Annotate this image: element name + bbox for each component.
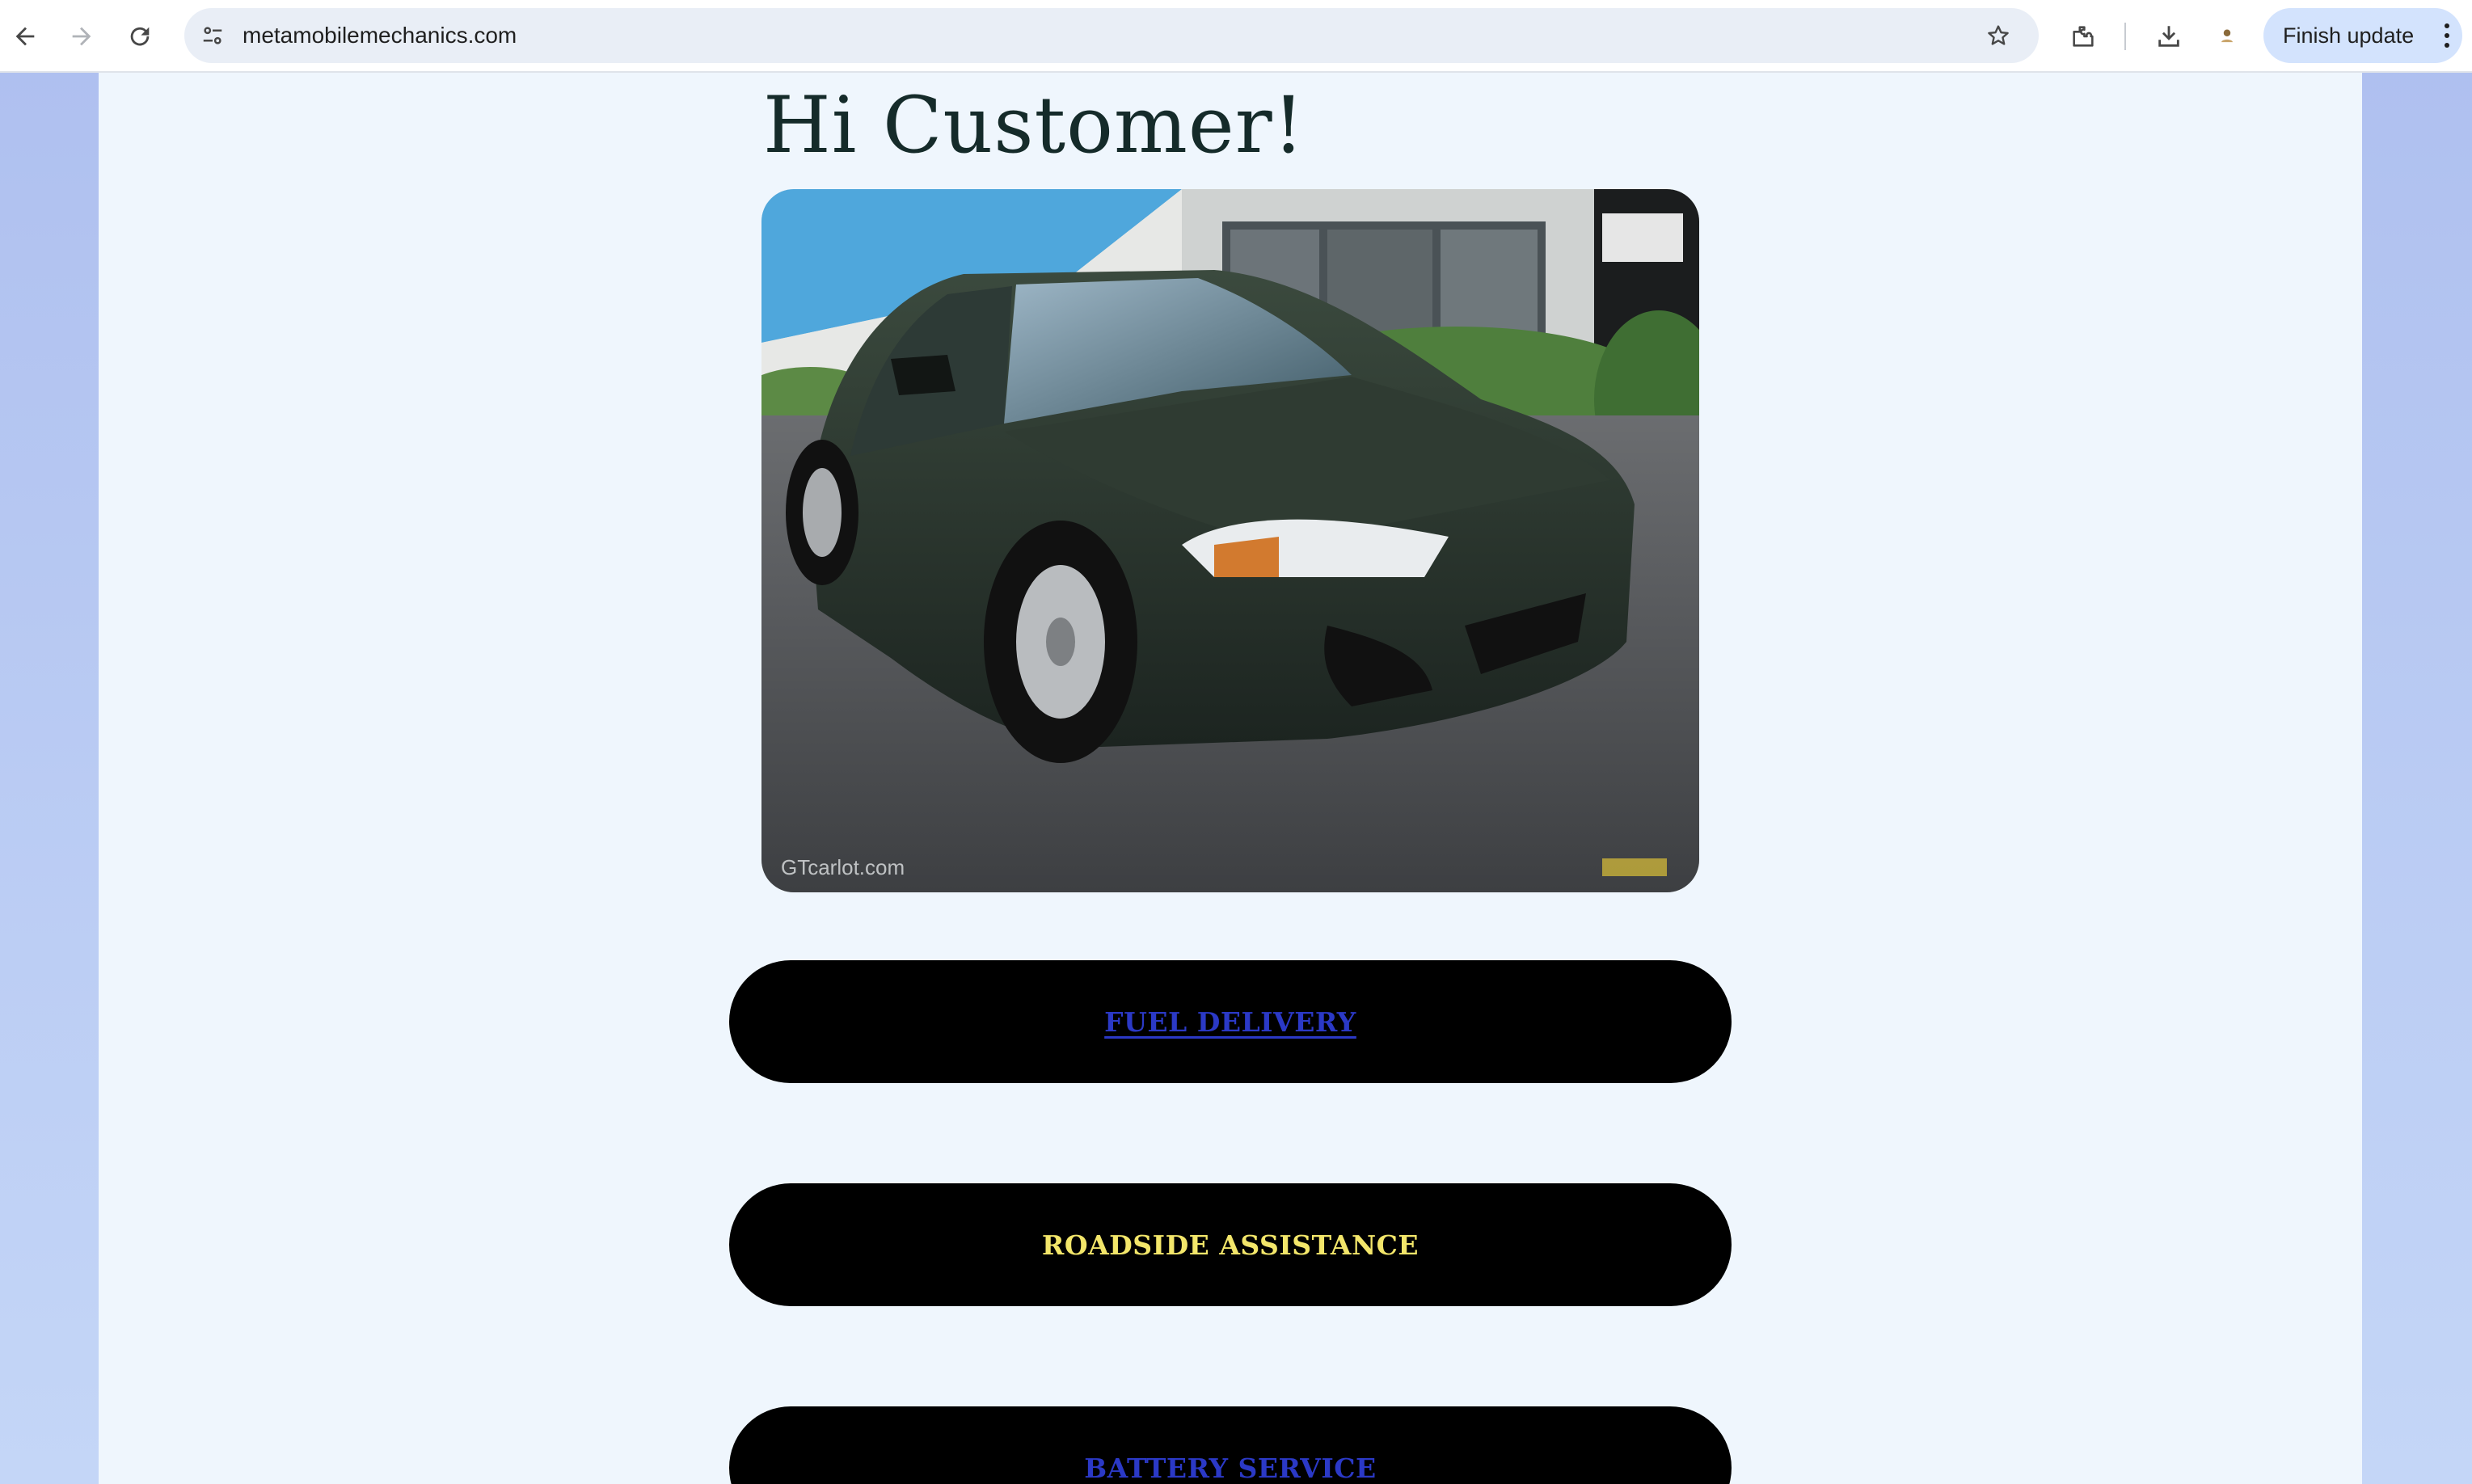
greeting-heading: Hi Customer! [763,80,1306,171]
site-info-icon[interactable] [194,17,231,54]
roadside-assistance-label: ROADSIDE ASSISTANCE [1041,1229,1420,1261]
reload-icon[interactable] [121,18,158,55]
image-watermark: GTcarlot.com [781,855,905,879]
fuel-delivery-button[interactable]: FUEL DELIVERY [729,960,1732,1083]
page-content: Hi Customer! GTcarlot.com FUEL DELIVERY … [99,73,2362,1484]
browser-toolbar: metamobilemechanics.com Finish update [0,0,2472,73]
forward-arrow-icon[interactable] [63,18,100,55]
more-menu-icon[interactable] [2443,21,2451,50]
fuel-delivery-label: FUEL DELIVERY [1104,1005,1356,1038]
address-bar[interactable]: metamobilemechanics.com [184,8,2039,63]
battery-service-label: BATTERY SERVICE [1084,1452,1377,1484]
back-arrow-icon[interactable] [6,18,44,55]
bookmark-star-icon[interactable] [1981,18,2016,53]
toolbar-divider [2124,23,2126,50]
battery-service-button[interactable]: BATTERY SERVICE [729,1406,1732,1484]
extensions-icon[interactable] [2065,18,2102,55]
photo-logo-mark [1602,858,1667,876]
profile-avatar-icon[interactable] [2208,18,2246,55]
car-photo: GTcarlot.com [761,189,1699,892]
finish-update-label: Finish update [2283,23,2415,48]
finish-update-button[interactable]: Finish update [2263,8,2462,63]
url-text[interactable]: metamobilemechanics.com [243,8,517,63]
roadside-assistance-button[interactable]: ROADSIDE ASSISTANCE [729,1183,1732,1306]
download-icon[interactable] [2150,18,2187,55]
